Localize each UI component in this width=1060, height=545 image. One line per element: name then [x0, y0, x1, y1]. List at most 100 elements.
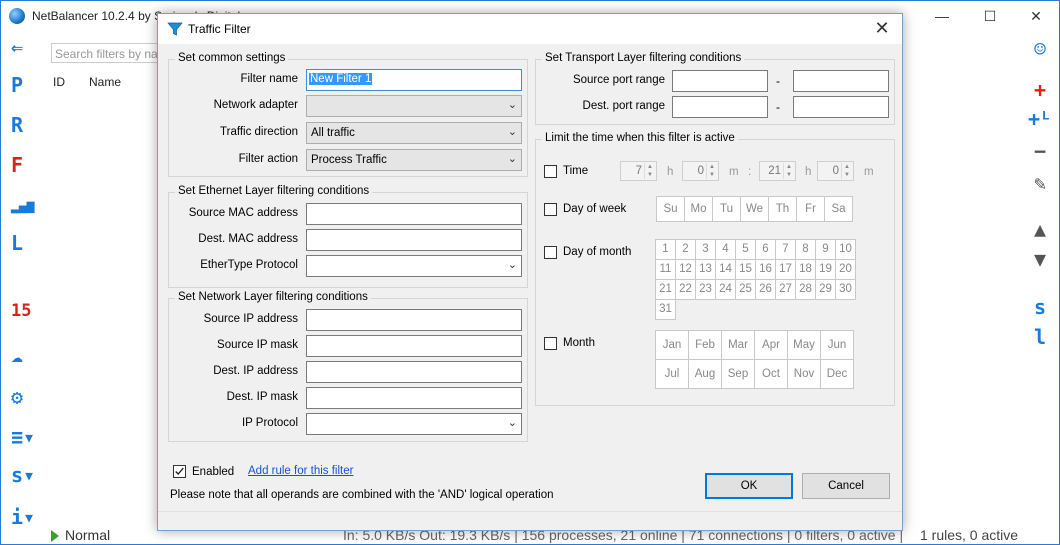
day-of-month-cell[interactable]: 29 — [815, 279, 836, 300]
network-adapter-dropdown[interactable]: ⌄ — [306, 95, 522, 117]
calendar-icon[interactable]: 15 — [11, 301, 37, 321]
month-cell[interactable]: Oct — [754, 359, 788, 389]
month-cell[interactable]: Jan — [655, 330, 689, 360]
month-cell[interactable]: Nov — [787, 359, 821, 389]
day-of-month-cell[interactable]: 10 — [835, 239, 856, 260]
day-of-month-cell[interactable]: 26 — [755, 279, 776, 300]
maximize-button[interactable]: ☐ — [967, 1, 1013, 31]
smiley-icon[interactable]: ☺ — [1027, 37, 1053, 61]
source-ip-input[interactable] — [306, 309, 522, 331]
day-of-month-cell[interactable]: 9 — [815, 239, 836, 260]
l-icon[interactable]: l — [1027, 325, 1053, 349]
log-icon[interactable]: L — [11, 231, 37, 255]
month-cell[interactable]: Jul — [655, 359, 689, 389]
ip-protocol-dropdown[interactable]: ⌄ — [306, 413, 522, 435]
day-of-month-cell[interactable]: 2 — [675, 239, 696, 260]
dest-ip-input[interactable] — [306, 361, 522, 383]
info-menu-icon[interactable]: i▾ — [11, 505, 37, 529]
source-port-from-input[interactable] — [672, 70, 768, 92]
source-mac-input[interactable] — [306, 203, 522, 225]
cancel-button[interactable]: Cancel — [802, 473, 890, 499]
day-of-month-cell[interactable]: 22 — [675, 279, 696, 300]
search-filters-input[interactable]: Search filters by name — [51, 43, 161, 63]
day-of-week-cell[interactable]: Th — [768, 196, 797, 222]
day-of-month-cell[interactable]: 8 — [795, 239, 816, 260]
close-button[interactable]: ✕ — [1013, 1, 1059, 31]
source-mask-input[interactable] — [306, 335, 522, 357]
time-checkbox[interactable] — [544, 165, 557, 178]
move-down-icon[interactable]: ▼ — [1027, 247, 1053, 271]
day-of-month-cell[interactable]: 4 — [715, 239, 736, 260]
add-rule-link[interactable]: Add rule for this filter — [248, 465, 353, 477]
ok-button[interactable]: OK — [705, 473, 793, 499]
month-cell[interactable]: Aug — [688, 359, 722, 389]
remove-icon[interactable]: − — [1027, 139, 1053, 163]
day-of-week-cell[interactable]: Su — [656, 196, 685, 222]
day-of-month-cell[interactable]: 3 — [695, 239, 716, 260]
day-of-month-cell[interactable]: 15 — [735, 259, 756, 280]
month-checkbox[interactable] — [544, 337, 557, 350]
column-header-name[interactable]: Name — [89, 75, 121, 89]
day-of-month-cell[interactable]: 11 — [655, 259, 676, 280]
day-of-week-cell[interactable]: Sa — [824, 196, 853, 222]
day-of-month-cell[interactable]: 18 — [795, 259, 816, 280]
dest-port-to-input[interactable] — [793, 96, 889, 118]
day-of-month-cell[interactable]: 23 — [695, 279, 716, 300]
time-from-minute-spinner[interactable]: 0 ▲ ▼ — [682, 161, 719, 181]
day-of-month-cell[interactable]: 24 — [715, 279, 736, 300]
minimize-button[interactable]: — — [919, 1, 965, 31]
spinner-arrows-icon[interactable]: ▲ ▼ — [841, 163, 852, 179]
processes-icon[interactable]: P — [11, 73, 37, 97]
settings-menu-icon[interactable]: s▾ — [11, 463, 37, 487]
day-of-month-cell[interactable]: 21 — [655, 279, 676, 300]
day-of-month-cell[interactable]: 5 — [735, 239, 756, 260]
add-linked-icon[interactable]: +ᴸ — [1027, 107, 1053, 131]
spinner-arrows-icon[interactable]: ▲ ▼ — [644, 163, 655, 179]
filter-action-dropdown[interactable]: Process Traffic ⌄ — [306, 149, 522, 171]
add-icon[interactable]: + — [1027, 78, 1053, 102]
month-cell[interactable]: Feb — [688, 330, 722, 360]
day-of-month-cell[interactable]: 20 — [835, 259, 856, 280]
day-of-week-checkbox[interactable] — [544, 203, 557, 216]
day-of-month-cell[interactable]: 25 — [735, 279, 756, 300]
day-of-month-cell[interactable]: 19 — [815, 259, 836, 280]
day-of-month-cell[interactable]: 17 — [775, 259, 796, 280]
source-port-to-input[interactable] — [793, 70, 889, 92]
time-to-hour-spinner[interactable]: 21 ▲ ▼ — [759, 161, 796, 181]
dest-mask-input[interactable] — [306, 387, 522, 409]
dest-port-from-input[interactable] — [672, 96, 768, 118]
time-to-minute-spinner[interactable]: 0 ▲ ▼ — [817, 161, 854, 181]
stats-icon[interactable]: ▂▄▆ — [11, 199, 37, 214]
dialog-close-button[interactable]: ✕ — [870, 18, 894, 39]
day-of-month-cell[interactable]: 12 — [675, 259, 696, 280]
day-of-month-cell[interactable]: 6 — [755, 239, 776, 260]
spinner-arrows-icon[interactable]: ▲ ▼ — [783, 163, 794, 179]
month-cell[interactable]: Dec — [820, 359, 854, 389]
day-of-month-cell[interactable]: 1 — [655, 239, 676, 260]
day-of-month-cell[interactable]: 16 — [755, 259, 776, 280]
day-of-week-cell[interactable]: Fr — [796, 196, 825, 222]
back-arrow-icon[interactable]: ⇐ — [11, 35, 37, 59]
s-icon[interactable]: s — [1027, 295, 1053, 319]
month-cell[interactable]: Apr — [754, 330, 788, 360]
enabled-checkbox[interactable] — [173, 465, 186, 478]
toggle-icon[interactable]: ⚙ — [11, 385, 37, 409]
day-of-month-checkbox[interactable] — [544, 246, 557, 259]
dest-mac-input[interactable] — [306, 229, 522, 251]
time-from-hour-spinner[interactable]: 7 ▲ ▼ — [620, 161, 657, 181]
filters-icon[interactable]: F — [11, 153, 37, 177]
month-cell[interactable]: Jun — [820, 330, 854, 360]
month-cell[interactable]: May — [787, 330, 821, 360]
day-of-month-cell[interactable]: 30 — [835, 279, 856, 300]
day-of-week-cell[interactable]: Mo — [684, 196, 713, 222]
day-of-week-cell[interactable]: Tu — [712, 196, 741, 222]
menu-icon[interactable]: ≡▾ — [11, 425, 37, 449]
day-of-month-cell[interactable]: 7 — [775, 239, 796, 260]
filter-name-input[interactable]: New Filter 1 — [306, 69, 522, 91]
day-of-month-cell[interactable]: 13 — [695, 259, 716, 280]
day-of-month-cell[interactable]: 31 — [655, 299, 676, 320]
rules-icon[interactable]: R — [11, 113, 37, 137]
day-of-month-cell[interactable]: 27 — [775, 279, 796, 300]
edit-icon[interactable]: ✎ — [1027, 171, 1053, 195]
cloud-icon[interactable]: ☁ — [11, 343, 37, 367]
